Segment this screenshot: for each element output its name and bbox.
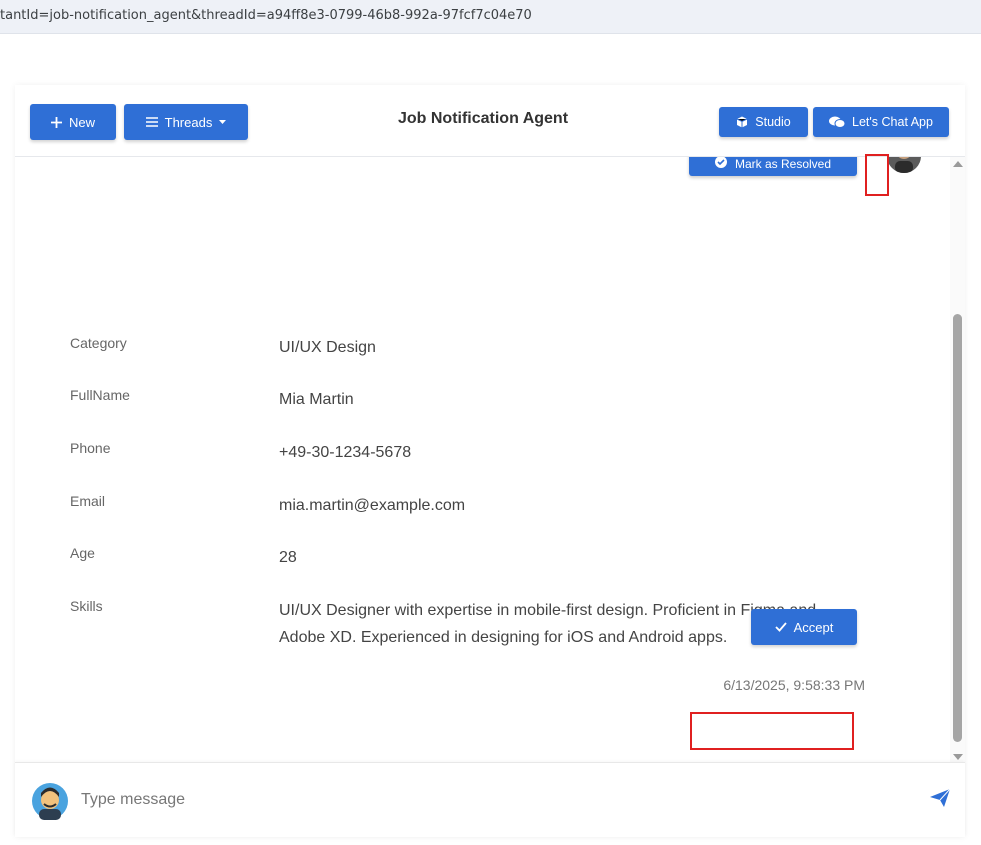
url-text: tantId=job-notification_agent&threadId=a…: [0, 8, 532, 23]
accept-button[interactable]: Accept: [751, 609, 857, 645]
studio-button[interactable]: Studio: [719, 107, 808, 137]
caret-down-icon: [219, 120, 227, 124]
agent-avatar: [887, 157, 921, 173]
field-label: Age: [70, 545, 95, 561]
field-label: Category: [70, 335, 127, 351]
field-label: Email: [70, 493, 106, 509]
new-thread-button[interactable]: New: [30, 104, 116, 140]
resolve-button-label: Mark as Resolved: [734, 157, 832, 171]
cube-icon: [736, 116, 748, 128]
new-button-label: New: [68, 114, 95, 130]
field-value: mia.martin@example.com: [279, 497, 466, 514]
message-area[interactable]: Mark as Resolved Category UI/UX Design F…: [15, 157, 965, 762]
send-icon[interactable]: [930, 788, 952, 811]
field-value: Mia Martin: [279, 391, 354, 408]
message-timestamp: 6/13/2025, 9:58:33 PM: [723, 677, 865, 693]
scroll-down-arrow-icon[interactable]: [953, 754, 963, 760]
field-value: UI/UX Design: [279, 339, 376, 356]
check-circle-icon: [714, 157, 727, 171]
app-header: New Threads Job Notification Agent Studi…: [15, 85, 965, 157]
annotation-box: [865, 154, 889, 196]
threads-dropdown-button[interactable]: Threads: [124, 104, 248, 140]
scroll-up-arrow-icon[interactable]: [953, 161, 963, 167]
chat-app-button-label: Let's Chat App: [852, 115, 933, 129]
studio-button-label: Studio: [755, 115, 791, 129]
message-scrollbar[interactable]: [950, 157, 965, 762]
field-label: Skills: [70, 598, 103, 614]
threads-button-label: Threads: [164, 114, 213, 130]
mark-as-resolved-button[interactable]: Mark as Resolved: [689, 157, 857, 176]
message-input[interactable]: [81, 787, 911, 813]
field-value: 28: [279, 549, 297, 566]
scrollbar-thumb[interactable]: [953, 314, 962, 742]
menu-icon: [145, 117, 158, 127]
page-title: Job Notification Agent: [397, 110, 569, 127]
check-icon: [774, 622, 787, 632]
field-label: Phone: [70, 440, 111, 456]
lets-chat-app-button[interactable]: Let's Chat App: [813, 107, 949, 137]
chat-bubbles-icon: [829, 116, 846, 128]
field-value: +49-30-1234-5678: [279, 444, 412, 461]
annotation-box: [690, 712, 854, 750]
user-avatar: [31, 780, 69, 820]
field-label: FullName: [70, 387, 130, 403]
browser-address-bar[interactable]: tantId=job-notification_agent&threadId=a…: [0, 0, 981, 34]
plus-icon: [50, 116, 62, 128]
accept-button-label: Accept: [793, 619, 834, 635]
message-composer: [15, 762, 965, 837]
